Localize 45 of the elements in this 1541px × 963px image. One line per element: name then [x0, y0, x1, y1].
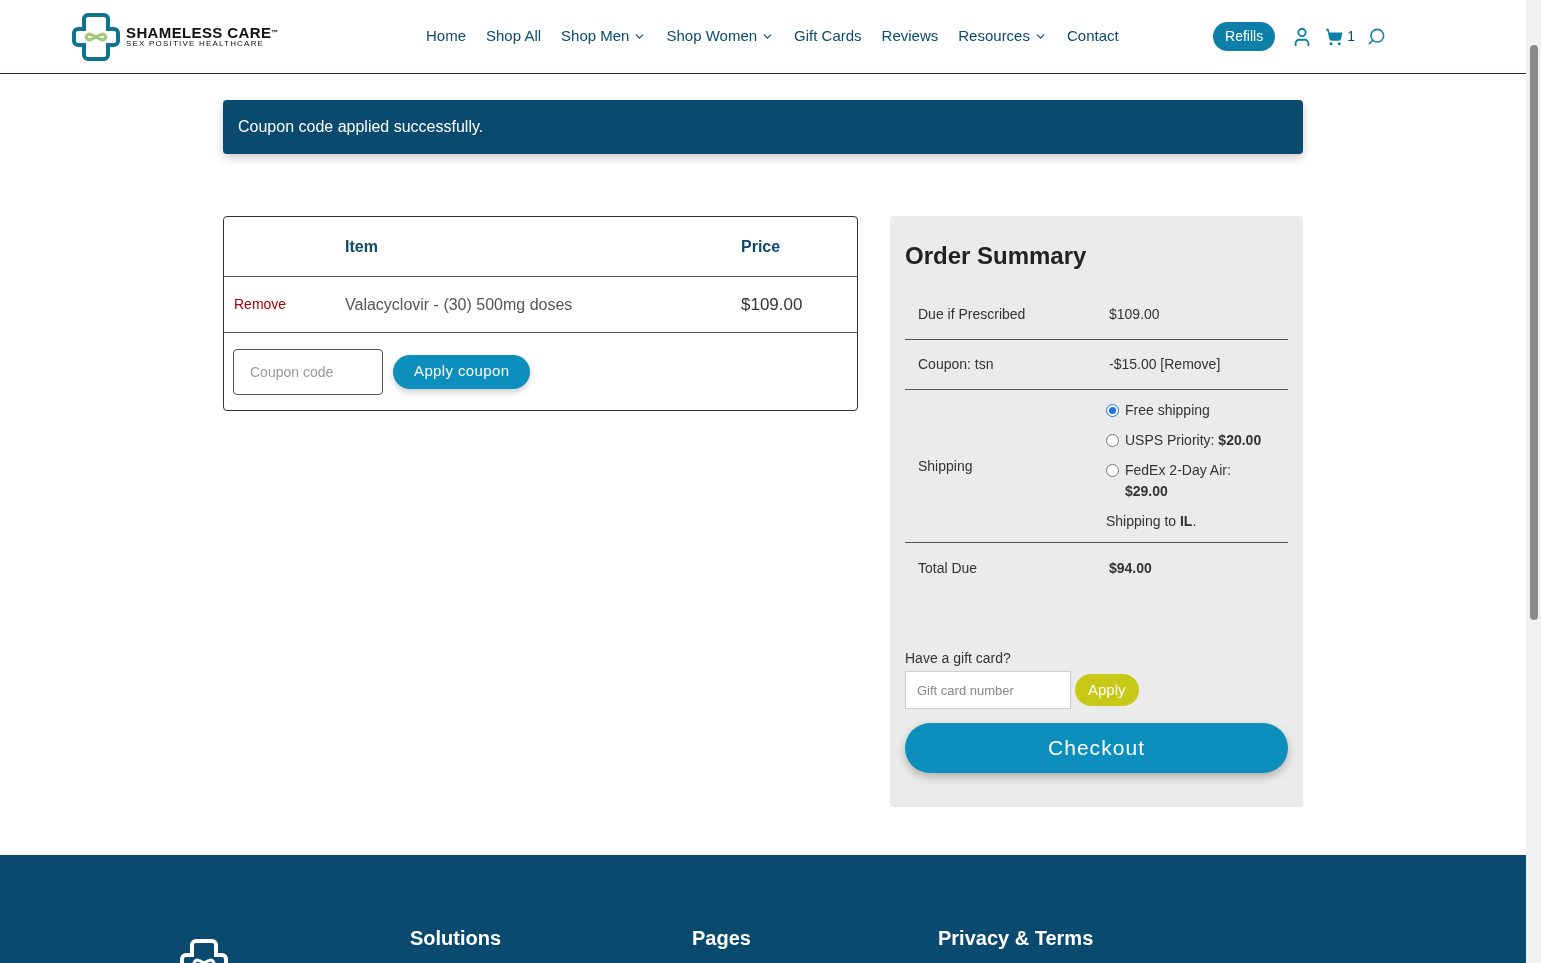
- footer-heading: Pages: [692, 926, 752, 951]
- row-label: Shipping: [918, 456, 974, 476]
- apply-coupon-button[interactable]: Apply coupon: [393, 354, 531, 389]
- nav-link[interactable]: Reviews: [881, 25, 939, 48]
- column-header: Price: [741, 236, 781, 257]
- scrollbar[interactable]: [1526, 0, 1541, 963]
- nav-link[interactable]: Resources: [958, 25, 1047, 48]
- success-notice: Coupon code applied successfully.: [223, 100, 1303, 154]
- shipping-option: USPS Priority: $20.00: [1125, 430, 1275, 451]
- nav-link[interactable]: Contact: [1066, 25, 1119, 48]
- item-name: Valacyclovir - (30) 500mg doses: [345, 294, 574, 315]
- gift-card-label: Have a gift card?: [905, 649, 1012, 668]
- refills-button[interactable]: Refills: [1213, 22, 1276, 51]
- nav-link[interactable]: Home: [426, 25, 466, 48]
- brand-name: SHAMELESS CARE$^{™}$: [126, 25, 279, 40]
- logo-icon: [70, 10, 122, 63]
- shipping-option: Free shipping: [1125, 400, 1275, 421]
- footer-heading: Solutions: [410, 926, 503, 951]
- nav-link[interactable]: Shop All: [486, 25, 542, 48]
- nav-link[interactable]: Gift Cards: [794, 25, 862, 48]
- cart-count: 1: [1347, 27, 1355, 46]
- row-label: Coupon: tsn: [918, 355, 995, 374]
- shipping-radio[interactable]: [1106, 464, 1119, 477]
- row-label: Total Due: [918, 558, 979, 578]
- shipping-destination: Shipping to IL.: [1106, 512, 1198, 531]
- row-label: Due if Prescribed: [918, 305, 1027, 324]
- column-header: Item: [345, 236, 379, 257]
- cart-icon[interactable]: [1325, 27, 1344, 46]
- remove-link[interactable]: Remove: [224, 294, 345, 315]
- nav-link[interactable]: Shop Women: [666, 25, 775, 48]
- row-value: -$15.00 [Remove]: [1109, 355, 1221, 374]
- order-summary-title: Order Summary: [905, 241, 1088, 271]
- shipping-radio[interactable]: [1106, 434, 1119, 447]
- nav-link[interactable]: Shop Men: [561, 25, 647, 48]
- checkout-button[interactable]: Checkout: [905, 723, 1288, 773]
- coupon-field[interactable]: Coupon code: [233, 348, 383, 395]
- item-price: $109.00: [741, 293, 803, 316]
- row-value: $94.00: [1109, 558, 1152, 578]
- footer-heading: Privacy & Terms: [938, 926, 1094, 951]
- brand-tagline: SEX POSITIVE HEALTHCARE: [126, 40, 266, 48]
- search-icon[interactable]: [1367, 27, 1386, 46]
- shipping-radio[interactable]: [1106, 404, 1119, 417]
- shipping-option: FedEx 2-Day Air: $29.00: [1125, 460, 1275, 502]
- row-value: $109.00: [1109, 305, 1160, 324]
- gift-card-field[interactable]: Gift card number: [905, 671, 1071, 709]
